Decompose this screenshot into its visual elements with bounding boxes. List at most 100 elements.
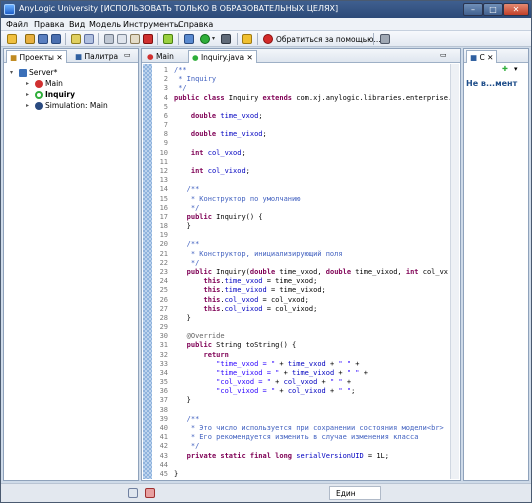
save-all-icon[interactable] — [51, 34, 61, 44]
code-line[interactable]: 20 /** — [152, 240, 200, 249]
copy-icon[interactable] — [117, 34, 127, 44]
code-line[interactable]: 36 "col_vixod = " + col_vixod + " "; — [152, 387, 356, 396]
vertical-scrollbar[interactable] — [450, 64, 459, 479]
code-line[interactable]: 39 /** — [152, 415, 200, 424]
code-line[interactable]: 31 public String toString() { — [152, 341, 297, 350]
code-line[interactable]: 29 — [152, 323, 174, 332]
close-icon[interactable]: ✕ — [246, 53, 252, 62]
code-line[interactable]: 12 int col_vixod; — [152, 167, 250, 176]
collapse-arrow-icon[interactable]: ▸ — [26, 91, 33, 98]
code-line[interactable]: 35 "col_vxod = " + col_vxod + " " + — [152, 378, 352, 387]
tab-palette[interactable]: ■ Палитра — [72, 50, 121, 63]
code-line[interactable]: 19 — [152, 231, 174, 240]
code-line[interactable]: 5 — [152, 103, 174, 112]
undo-icon[interactable] — [71, 34, 81, 44]
code-line[interactable]: 42 */ — [152, 442, 200, 451]
step-icon[interactable] — [184, 34, 194, 44]
tree-item-inquiry[interactable]: ▸ Inquiry — [26, 89, 75, 100]
code-line[interactable]: 14 /** — [152, 185, 200, 194]
collapse-arrow-icon[interactable]: ▸ — [26, 80, 33, 87]
code-line[interactable]: 9 — [152, 139, 174, 148]
menu-file[interactable]: Файл — [6, 20, 28, 29]
maximize-button[interactable]: □ — [483, 3, 503, 16]
code-line[interactable]: 16 */ — [152, 204, 200, 213]
title-bar[interactable]: AnyLogic University [ИСПОЛЬЗОВАТЬ ТОЛЬКО… — [1, 1, 531, 18]
menu-help[interactable]: Справка — [178, 20, 213, 29]
menu-model[interactable]: Модель — [89, 20, 121, 29]
tools-icon[interactable] — [380, 34, 390, 44]
code-editor[interactable]: 1/** 2 * Inquiry 3 */4 public class Inquiry… — [152, 64, 450, 479]
code-line[interactable]: 13 — [152, 176, 174, 185]
redo-icon[interactable] — [84, 34, 94, 44]
code-line[interactable]: 17 public Inquiry() { — [152, 213, 263, 222]
code-line[interactable]: 27 this.col_vixod = col_vixod; — [152, 305, 318, 314]
code-line[interactable]: 1 /** — [152, 66, 187, 75]
expand-arrow-icon[interactable]: ▾ — [10, 69, 17, 76]
tab-properties[interactable]: ■ С ✕ — [466, 50, 498, 63]
get-support-button[interactable]: Обратиться за помощью... — [263, 33, 381, 45]
chevron-down-icon[interactable]: ▾ — [212, 34, 217, 44]
collapse-arrow-icon[interactable]: ▸ — [26, 102, 33, 109]
code-line[interactable]: 26 this.col_vxod = col_vxod; — [152, 296, 309, 305]
code-line[interactable]: 8 double time_vixod; — [152, 130, 267, 139]
code-line[interactable]: 43 private static final long serialVersi… — [152, 452, 389, 461]
export-icon[interactable] — [242, 34, 252, 44]
delete-icon[interactable] — [143, 34, 153, 44]
code-line[interactable]: 7 — [152, 121, 174, 130]
code-line[interactable]: 4 public class Inquiry extends com.xj.any… — [152, 94, 450, 103]
menu-edit[interactable]: Правка — [34, 20, 64, 29]
code-line[interactable]: 44 — [152, 461, 174, 470]
menu-tools[interactable]: Инструменты — [123, 20, 180, 29]
minimize-button[interactable]: – — [463, 3, 483, 16]
code-line[interactable]: 33 "time_vxod = " + time_vxod + " " + — [152, 360, 360, 369]
save-icon[interactable] — [38, 34, 48, 44]
console-icon[interactable] — [145, 488, 155, 498]
code-line[interactable]: 37 } — [152, 396, 191, 405]
code-line[interactable]: 15 * Конструктор по умолчанию — [152, 195, 301, 204]
tree-item-simulation[interactable]: ▸ Simulation: Main — [26, 100, 108, 111]
close-button[interactable]: ✕ — [503, 3, 529, 16]
code-line[interactable]: 34 "time_vixod = " + time_vixod + " " + — [152, 369, 368, 378]
code-line[interactable]: 23 public Inquiry(double time_vxod, doub… — [152, 268, 448, 277]
code-line[interactable]: 2 * Inquiry — [152, 75, 216, 84]
code-line[interactable]: 30 @Override — [152, 332, 225, 341]
open-icon[interactable] — [25, 34, 35, 44]
code-line[interactable]: 6 double time_vxod; — [152, 112, 263, 121]
close-icon[interactable]: ✕ — [56, 53, 62, 62]
run-icon[interactable] — [200, 34, 210, 44]
code-line[interactable]: 3 */ — [152, 84, 187, 93]
close-icon[interactable]: ✕ — [487, 53, 493, 62]
code-line[interactable]: 45} — [152, 470, 179, 479]
code-line[interactable]: 28 } — [152, 314, 191, 323]
code-line[interactable]: 10 int col_vxod; — [152, 149, 246, 158]
stop-icon[interactable] — [221, 34, 231, 44]
tab-main[interactable]: ● Main — [144, 50, 177, 63]
code-line[interactable]: 24 this.time_vxod = time_vxod; — [152, 277, 318, 286]
menu-view[interactable]: Вид — [69, 20, 85, 29]
code-line[interactable]: 21 * Конструктор, инициализирующий поля — [152, 250, 343, 259]
code-line[interactable]: 22 */ — [152, 259, 200, 268]
minimize-view-icon[interactable]: ▭ — [124, 51, 131, 59]
tree-item-main[interactable]: ▸ Main — [26, 78, 63, 89]
tree-item-server[interactable]: ▾ Server* — [10, 67, 57, 78]
window-icon[interactable] — [128, 488, 138, 498]
tab-inquiry-java[interactable]: ● Inquiry.java ✕ — [188, 50, 257, 63]
status-language: Един — [329, 486, 381, 500]
view-menu-icon[interactable]: ▾ — [514, 65, 518, 73]
tab-projects[interactable]: ■ Проекты ✕ — [6, 50, 67, 63]
cut-icon[interactable] — [104, 34, 114, 44]
code-line[interactable]: 38 — [152, 406, 174, 415]
paste-icon[interactable] — [130, 34, 140, 44]
code-line[interactable]: 11 — [152, 158, 174, 167]
build-icon[interactable] — [163, 34, 173, 44]
new-icon[interactable] — [7, 34, 17, 44]
minimize-view-icon[interactable]: ▭ — [440, 51, 447, 59]
code-line[interactable]: 32 return — [152, 351, 229, 360]
code-token: String toString() { — [211, 341, 297, 350]
code-line[interactable]: 18 } — [152, 222, 191, 231]
code-token: = 1L; — [363, 451, 389, 460]
pin-icon[interactable]: ✚ — [502, 65, 508, 73]
code-line[interactable]: 40 * Это число используется при сохранен… — [152, 424, 444, 433]
code-line[interactable]: 25 this.time_vixod = time_vixod; — [152, 286, 326, 295]
code-line[interactable]: 41 * Его рекомендуется изменить в случае… — [152, 433, 419, 442]
